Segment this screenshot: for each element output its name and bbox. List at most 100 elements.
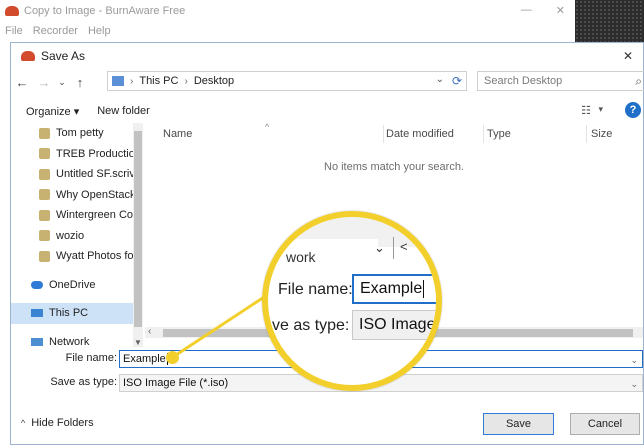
view-options-icon[interactable]: ☷	[581, 104, 591, 117]
burnaware-logo-icon	[5, 6, 19, 16]
hide-folders-label: Hide Folders	[31, 417, 94, 429]
address-separator[interactable]: ›	[184, 76, 187, 87]
up-arrow-icon[interactable]: ↑	[69, 75, 91, 90]
nav-item-label: Wyatt Photos for	[56, 250, 133, 263]
column-header-type[interactable]: Type	[487, 128, 511, 140]
chevron-down-icon[interactable]: ▾	[598, 104, 603, 115]
magnified-divider	[393, 237, 394, 259]
empty-folder-message: No items match your search.	[324, 161, 464, 173]
address-bar[interactable]: › This PC › Desktop ⌄ ⟳	[107, 71, 467, 91]
dialog-title: Save As	[41, 49, 86, 63]
magnifier-callout: work ⌄ < File name: Example ve as type: …	[262, 211, 442, 391]
network-icon	[31, 337, 43, 346]
folder-icon	[39, 189, 50, 201]
dialog-titlebar: Save As	[11, 43, 643, 69]
nav-item-onedrive[interactable]: OneDrive	[11, 275, 133, 296]
nav-item-folder[interactable]: Why OpenStack	[11, 185, 133, 206]
navigation-pane: Tom petty TREB Production Untitled SF.sc…	[11, 123, 133, 347]
refresh-icon[interactable]: ⟳	[452, 74, 462, 88]
navigation-pane-scrollbar[interactable]: ▼	[133, 123, 143, 347]
save-button[interactable]: Save	[483, 413, 554, 435]
chevron-left-icon: <	[400, 239, 408, 254]
magnified-file-name-value: Example	[360, 280, 423, 297]
magnifier-content: work ⌄ < File name: Example ve as type: …	[268, 217, 436, 385]
nav-item-label: This PC	[49, 307, 89, 320]
menu-help[interactable]: Help	[88, 25, 111, 37]
address-segment-desktop[interactable]: Desktop	[194, 75, 234, 87]
text-cursor	[423, 279, 425, 298]
nav-item-label: TREB Production	[56, 147, 133, 160]
scroll-left-arrow-icon[interactable]: ‹	[148, 326, 151, 337]
help-icon[interactable]: ?	[625, 102, 641, 118]
magnified-work-text: work	[286, 249, 316, 265]
close-button[interactable]: ✕	[556, 4, 565, 17]
column-headers: ^ Name Date modified Type Size	[145, 122, 643, 145]
search-placeholder: Search Desktop	[484, 75, 563, 87]
dialog-toolbar: Organize ▾ New folder ☷ ▾ ?	[11, 99, 643, 123]
column-header-size[interactable]: Size	[591, 128, 612, 140]
computer-icon	[112, 76, 124, 86]
nav-item-label: Network	[49, 335, 90, 347]
magnified-file-name-label: File name:	[278, 281, 353, 298]
column-separator[interactable]	[383, 125, 384, 143]
folder-icon	[39, 148, 50, 160]
chevron-down-icon[interactable]: ⌄	[630, 376, 638, 392]
dialog-close-icon[interactable]: ✕	[623, 49, 633, 63]
new-folder-button[interactable]: New folder	[97, 105, 150, 117]
menu-recorder[interactable]: Recorder	[33, 25, 78, 37]
organize-button[interactable]: Organize ▾	[26, 105, 79, 118]
callout-dot	[166, 351, 179, 364]
sort-caret-icon: ^	[265, 122, 270, 132]
menu-file[interactable]: File	[5, 25, 23, 37]
recent-locations-chevron-icon[interactable]: ⌄	[55, 77, 69, 88]
nav-item-folder[interactable]: TREB Production	[11, 144, 133, 165]
search-input[interactable]: Search Desktop ⌕	[477, 71, 644, 91]
folder-icon	[39, 230, 50, 242]
nav-item-label: Tom petty	[56, 127, 104, 140]
computer-icon	[31, 309, 43, 318]
scroll-down-arrow-icon[interactable]: ▼	[134, 338, 142, 347]
background-titlebar: Copy to Image - BurnAware Free	[0, 0, 575, 22]
chevron-down-icon[interactable]: ⌄	[630, 352, 638, 368]
cancel-button[interactable]: Cancel	[570, 413, 640, 435]
address-separator[interactable]: ›	[130, 76, 133, 87]
folder-icon	[39, 209, 50, 221]
folder-icon	[39, 127, 50, 139]
background-window-title: Copy to Image - BurnAware Free	[24, 5, 186, 17]
nav-item-label: OneDrive	[49, 278, 96, 291]
nav-item-folder[interactable]: Tom petty	[11, 123, 133, 144]
folder-icon	[39, 168, 50, 180]
column-header-name[interactable]: Name	[163, 128, 192, 140]
nav-item-label: Why OpenStack	[56, 188, 133, 201]
navigation-row: ← → ⌄ ↑ › This PC › Desktop ⌄ ⟳ Search D…	[11, 69, 644, 95]
nav-item-folder[interactable]: Untitled SF.scriv	[11, 164, 133, 185]
chevron-down-icon: ⌄	[374, 240, 385, 255]
nav-item-folder[interactable]: wozio	[11, 226, 133, 247]
magnified-field	[268, 239, 378, 261]
nav-item-folder[interactable]: Wyatt Photos for	[11, 246, 133, 267]
column-header-date-modified[interactable]: Date modified	[386, 128, 454, 140]
hide-folders-toggle[interactable]: ^ Hide Folders	[21, 417, 94, 429]
search-icon: ⌕	[635, 74, 642, 88]
burnaware-logo-icon	[21, 51, 35, 61]
nav-item-label: Wintergreen Cor	[56, 209, 133, 222]
nav-item-folder[interactable]: Wintergreen Cor	[11, 205, 133, 226]
magnified-type-select: ISO Image	[352, 310, 436, 340]
address-segment-this-pc[interactable]: This PC	[139, 75, 178, 87]
scrollbar-thumb[interactable]	[134, 131, 142, 327]
forward-arrow-icon[interactable]: →	[33, 75, 55, 90]
chevron-up-icon: ^	[21, 418, 26, 428]
nav-item-this-pc[interactable]: This PC	[11, 303, 133, 324]
file-name-value: Example	[123, 353, 166, 365]
minimize-button[interactable]: —	[521, 4, 532, 17]
chevron-down-icon[interactable]: ⌄	[436, 74, 444, 85]
column-separator[interactable]	[586, 125, 587, 143]
nav-item-network[interactable]: Network	[11, 332, 133, 347]
nav-item-label: wozio	[56, 229, 85, 242]
column-separator[interactable]	[483, 125, 484, 143]
back-arrow-icon[interactable]: ←	[11, 75, 33, 90]
background-window-controls: — ✕	[521, 4, 565, 17]
